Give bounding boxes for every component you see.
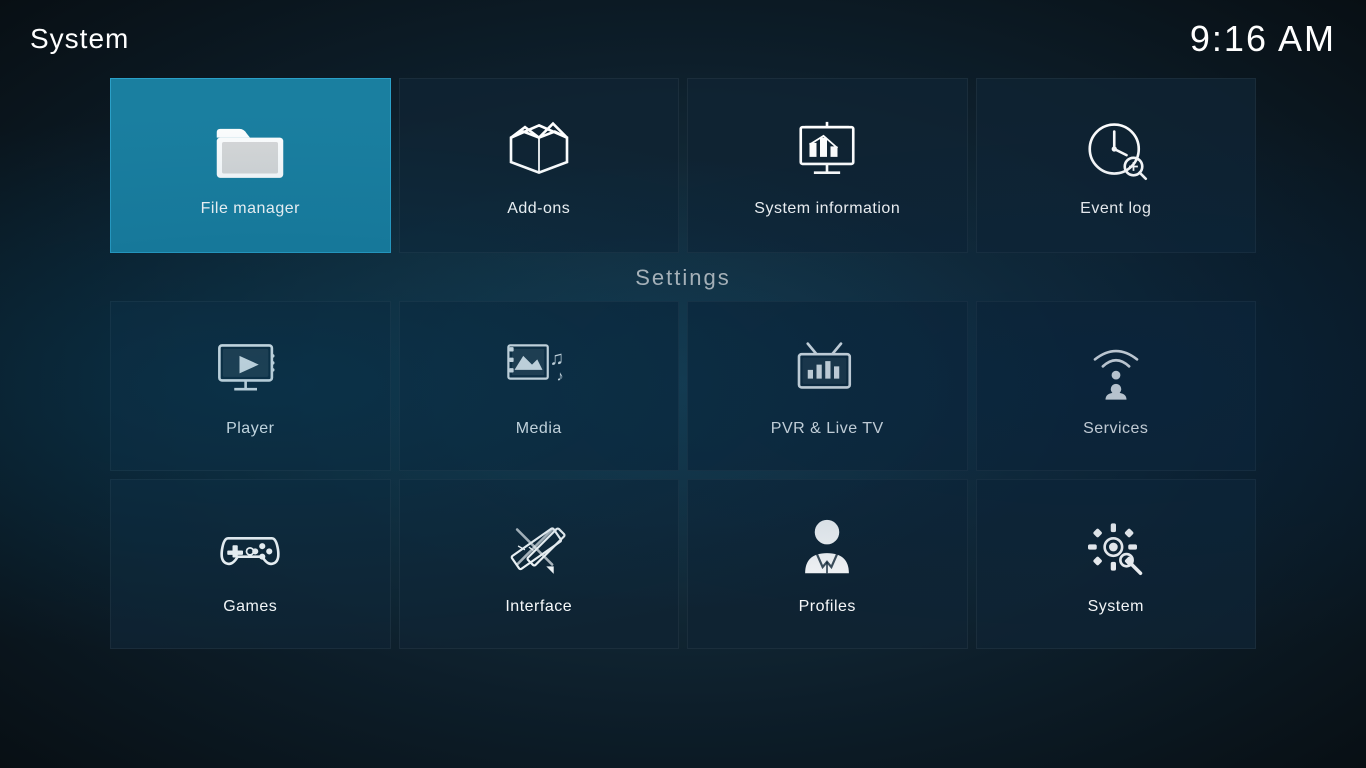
media-icon: ♫ ♪ [504, 334, 574, 404]
tile-profiles[interactable]: Profiles [687, 479, 968, 649]
settings-row-2: Games Interface [110, 479, 1256, 649]
tile-system-label: System [1088, 598, 1144, 616]
tile-games-label: Games [223, 598, 277, 616]
pvr-icon [792, 334, 862, 404]
tile-file-manager-label: File manager [201, 200, 300, 218]
tile-add-ons-label: Add-ons [507, 200, 570, 218]
tile-games[interactable]: Games [110, 479, 391, 649]
tile-interface[interactable]: Interface [399, 479, 680, 649]
page-title: System [30, 23, 129, 55]
tile-services-label: Services [1083, 420, 1148, 438]
games-icon [215, 512, 285, 582]
tile-pvr-live-tv[interactable]: PVR & Live TV [687, 301, 968, 471]
tile-profiles-label: Profiles [799, 598, 856, 616]
tile-interface-label: Interface [505, 598, 572, 616]
tile-event-log-label: Event log [1080, 200, 1151, 218]
tile-system[interactable]: System [976, 479, 1257, 649]
settings-header: Settings [110, 265, 1256, 291]
tile-file-manager[interactable]: File manager [110, 78, 391, 253]
settings-row-1: Player ♫ ♪ Media [110, 301, 1256, 471]
main-content: File manager Add-ons [0, 78, 1366, 649]
interface-icon [504, 512, 574, 582]
sysinfo-icon [792, 114, 862, 184]
services-icon [1081, 334, 1151, 404]
svg-text:♫: ♫ [549, 349, 563, 370]
tile-player-label: Player [226, 420, 274, 438]
eventlog-icon [1081, 114, 1151, 184]
player-icon [215, 334, 285, 404]
clock: 9:16 AM [1190, 18, 1336, 60]
system-icon [1081, 512, 1151, 582]
profiles-icon [792, 512, 862, 582]
tile-system-information[interactable]: System information [687, 78, 968, 253]
tile-pvr-live-tv-label: PVR & Live TV [771, 420, 884, 438]
tile-player[interactable]: Player [110, 301, 391, 471]
tile-event-log[interactable]: Event log [976, 78, 1257, 253]
tile-media[interactable]: ♫ ♪ Media [399, 301, 680, 471]
header: System 9:16 AM [0, 0, 1366, 78]
folder-icon [215, 114, 285, 184]
tile-media-label: Media [516, 420, 562, 438]
tile-add-ons[interactable]: Add-ons [399, 78, 680, 253]
tile-system-information-label: System information [754, 200, 900, 218]
addons-icon [504, 114, 574, 184]
top-row: File manager Add-ons [110, 78, 1256, 253]
svg-text:♪: ♪ [556, 367, 563, 383]
tile-services[interactable]: Services [976, 301, 1257, 471]
